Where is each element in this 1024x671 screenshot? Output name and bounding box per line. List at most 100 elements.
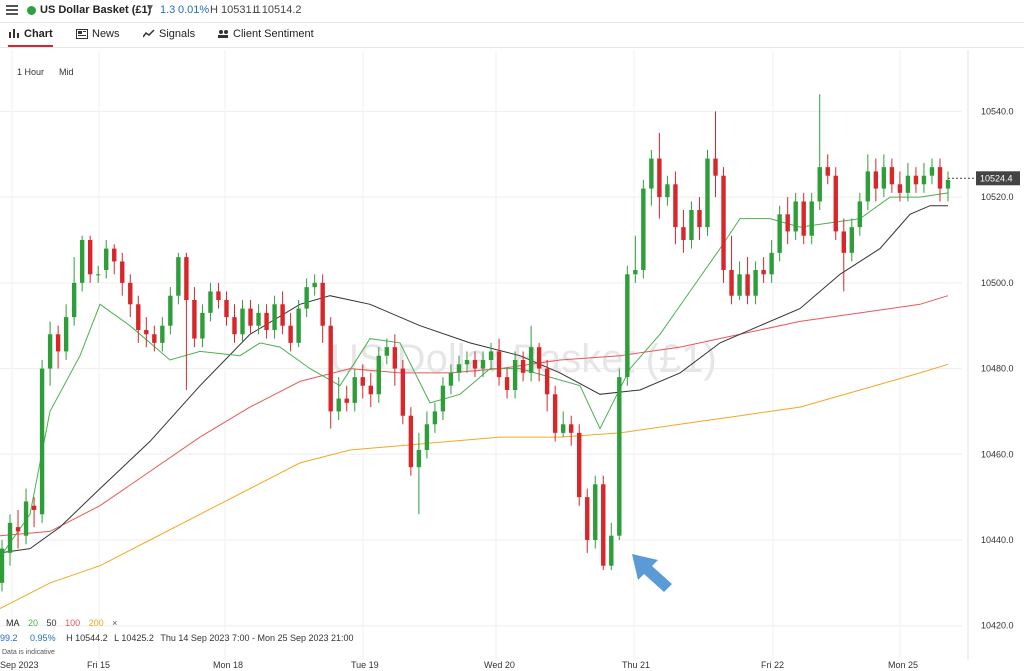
- candle-body: [128, 282, 133, 305]
- ma-period-50[interactable]: 50: [47, 618, 57, 628]
- close-icon[interactable]: ×: [112, 618, 117, 628]
- ma-period-20[interactable]: 20: [28, 618, 38, 628]
- candle-body: [456, 364, 462, 373]
- news-icon: [76, 29, 88, 40]
- tab-news[interactable]: News: [76, 23, 120, 47]
- candle-body: [472, 360, 478, 369]
- candle-body: [753, 270, 758, 296]
- candle-body: [384, 347, 390, 356]
- candle-body: [649, 158, 654, 189]
- candle-body: [881, 167, 887, 189]
- current-price-marker: 10524.4: [976, 171, 1020, 186]
- indicator-legend: MA 20 50 100 200 ×: [0, 618, 123, 628]
- candle-body: [689, 210, 694, 240]
- hamburger-menu-icon[interactable]: [6, 3, 18, 17]
- time-axis[interactable]: Sep 2023 Fri 15 Mon 18 Tue 19 Wed 20 Thu 21 Fr…: [0, 660, 918, 670]
- candle-body: [224, 300, 229, 318]
- candle-body: [47, 334, 53, 369]
- candle-body: [520, 360, 526, 373]
- stat-a: 99.2: [0, 633, 18, 643]
- candle-body: [601, 484, 606, 566]
- stat-low: L 10425.2: [114, 633, 154, 643]
- sentiment-icon: [218, 30, 228, 39]
- candle-body: [825, 167, 830, 176]
- price-tick-label: 10460.0: [981, 449, 1014, 459]
- candle-body: [793, 201, 798, 232]
- candle-body: [240, 308, 245, 335]
- candle-body: [280, 304, 285, 326]
- tab-signals[interactable]: Signals: [142, 23, 196, 47]
- candle-body: [55, 334, 61, 352]
- time-tick-label: Sep 2023: [0, 660, 39, 670]
- price-axis[interactable]: 10540.0 10520.0 10500.0 10480.0 10460.0 10440…: [967, 50, 1014, 660]
- instrument-name[interactable]: US Dollar Basket (£1): [40, 4, 151, 16]
- candle-body: [87, 240, 93, 275]
- candle-body: [777, 214, 782, 253]
- market-open-status-icon: [27, 6, 36, 15]
- ma-period-200[interactable]: 200: [89, 618, 104, 628]
- time-tick-label: Thu 21: [622, 660, 650, 670]
- candle-body: [921, 175, 927, 185]
- tab-bar: Chart News Signals Client Sentiment: [0, 23, 1024, 48]
- tab-chart[interactable]: Chart: [8, 23, 53, 47]
- candle-body: [360, 377, 365, 386]
- candle-body: [416, 450, 422, 468]
- chart-icon: [9, 29, 19, 39]
- candle-body: [544, 368, 550, 395]
- candle-body: [657, 158, 662, 198]
- candle-body: [937, 167, 943, 189]
- candle-body: [552, 394, 558, 433]
- candle-body: [512, 360, 518, 390]
- candle-body: [144, 330, 149, 335]
- candle-body: [488, 351, 494, 360]
- candle-body: [120, 261, 125, 283]
- candle-body: [464, 360, 470, 365]
- candle-body: [633, 270, 638, 275]
- candle-body: [849, 227, 854, 253]
- candle-body: [23, 501, 29, 536]
- candle-body: [312, 282, 317, 288]
- session-low: L 10514.2: [253, 4, 302, 16]
- candle-body: [697, 210, 702, 228]
- chevron-down-icon[interactable]: ▼: [145, 3, 155, 14]
- candle-body: [136, 304, 141, 330]
- time-tick-label: Tue 19: [351, 660, 379, 670]
- candle-body: [440, 385, 446, 412]
- candle-body: [897, 184, 903, 193]
- candle-body: [889, 167, 895, 185]
- candle-body: [673, 184, 678, 228]
- candle-body: [336, 398, 341, 412]
- candle-body: [609, 535, 614, 566]
- candle-body: [368, 385, 373, 395]
- candle-body: [737, 274, 742, 296]
- price-chart[interactable]: US Dollar Basket (£1) 10540.010520.01050…: [0, 50, 1024, 671]
- price-tick-label: 10500.0: [981, 278, 1014, 288]
- candle-body: [761, 270, 766, 275]
- candle-body: [528, 347, 534, 373]
- candle-body: [625, 274, 630, 378]
- price-tick-label: 10540.0: [981, 106, 1014, 116]
- data-indicative-note: Data is indicative: [2, 649, 55, 656]
- candle-body: [617, 377, 622, 536]
- candle-body: [833, 175, 838, 232]
- tab-client-sentiment[interactable]: Client Sentiment: [217, 23, 314, 47]
- tab-signals-label: Signals: [159, 28, 196, 40]
- ma-period-100[interactable]: 100: [65, 618, 80, 628]
- stat-b: 0.95%: [30, 633, 56, 643]
- candle-body: [929, 167, 935, 176]
- candle-body: [96, 274, 101, 276]
- tab-chart-label: Chart: [24, 28, 53, 40]
- candle-body: [248, 308, 253, 326]
- candle-body: [328, 325, 333, 412]
- candle-body: [296, 308, 301, 343]
- candle-body: [785, 214, 790, 232]
- candle-body: [192, 300, 197, 339]
- candle-body: [232, 317, 237, 335]
- candle-body: [480, 360, 486, 369]
- time-tick-label: Mon 18: [213, 660, 243, 670]
- candle-body: [905, 175, 911, 193]
- stat-range: Thu 14 Sep 2023 7:00 - Mon 25 Sep 2023 2…: [160, 633, 354, 643]
- candle-body: [729, 270, 734, 296]
- candle-body: [504, 377, 510, 390]
- tab-client-sentiment-label: Client Sentiment: [233, 28, 314, 40]
